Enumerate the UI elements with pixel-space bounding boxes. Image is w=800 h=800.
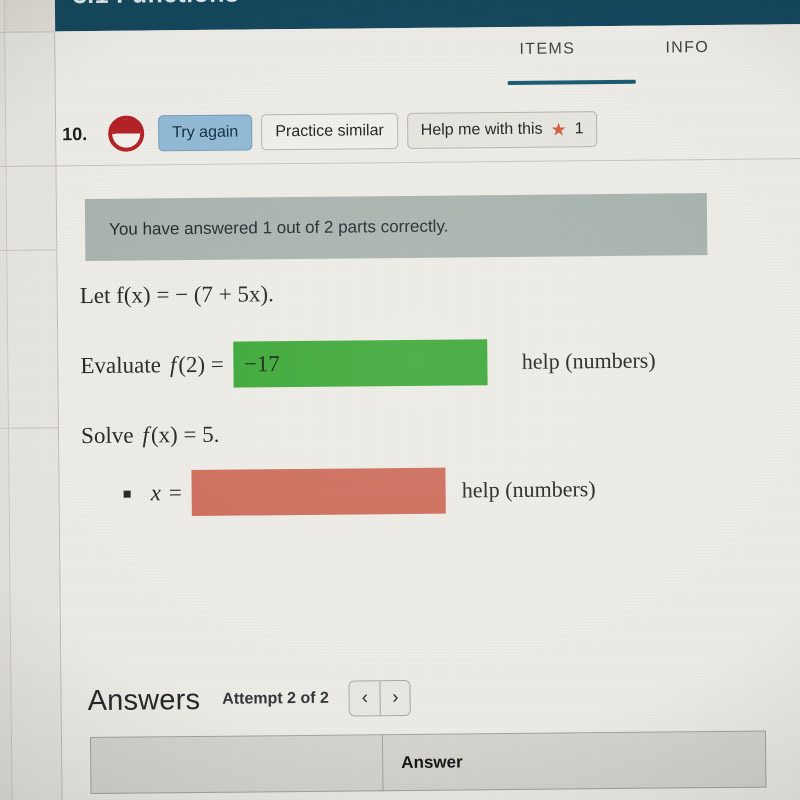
chevron-right-icon[interactable]: › — [379, 680, 411, 716]
solve-help-link[interactable]: help (numbers) — [462, 476, 596, 503]
star-icon: ★ — [550, 119, 567, 140]
bullet-icon — [123, 490, 131, 498]
evaluate-argument: (2) = — [178, 351, 224, 378]
solve-prompt: Solve — [80, 422, 134, 449]
question-toolbar: 10. Try again Practice similar Help me w… — [56, 98, 800, 163]
solve-prompt-row: Solve f (x) = 5. — [81, 416, 800, 449]
table-header-answer: Answer — [382, 731, 766, 791]
tab-bar: ITEMS INFO — [55, 24, 800, 99]
solve-equals-sign: = — [168, 480, 182, 506]
chevron-left-icon[interactable]: ‹ — [349, 681, 381, 716]
solve-variable-label: x — [150, 480, 161, 506]
evaluate-function-symbol: f — [169, 352, 177, 378]
app-page: 3.1 Functions ITEMS INFO 10. Try again P… — [0, 0, 800, 800]
attempt-navigation: ‹ › — [348, 679, 412, 717]
tab-info[interactable]: INFO — [665, 39, 709, 71]
progress-alert: You have answered 1 out of 2 parts corre… — [84, 193, 708, 262]
evaluate-row: Evaluate f (2) = −17 help (numbers) — [80, 336, 800, 389]
help-button-label: Help me with this — [420, 120, 543, 139]
tab-items[interactable]: ITEMS — [519, 40, 575, 73]
solve-function-symbol: f — [142, 422, 149, 448]
inner-gutter — [5, 31, 63, 800]
screen-photo: 3.1 Functions ITEMS INFO 10. Try again P… — [0, 0, 800, 800]
definition-text: Let f(x) = − (7 + 5x). — [79, 281, 274, 309]
progress-alert-text: You have answered 1 out of 2 parts corre… — [109, 216, 449, 239]
question-number: 10. — [62, 123, 88, 144]
answers-table: Answer — [90, 731, 767, 794]
try-again-button[interactable]: Try again — [158, 114, 253, 152]
practice-similar-button[interactable]: Practice similar — [261, 112, 398, 151]
active-tab-indicator — [507, 79, 636, 85]
evaluate-answer-input[interactable]: −17 — [233, 339, 489, 388]
table-header-label — [90, 734, 384, 794]
answers-title: Answers — [87, 683, 201, 717]
star-count: 1 — [574, 120, 584, 138]
solve-equation: (x) = 5. — [150, 421, 220, 448]
solve-answer-row: x = help (numbers) — [81, 464, 800, 517]
evaluate-prompt: Evaluate — [80, 352, 162, 379]
help-me-with-this-button[interactable]: Help me with this ★ 1 — [406, 110, 598, 150]
partial-credit-circle-icon — [108, 115, 145, 152]
app-bar-title: 3.1 Functions — [73, 0, 240, 10]
answers-header: Answers Attempt 2 of 2 ‹ › — [87, 679, 412, 719]
evaluate-help-link[interactable]: help (numbers) — [522, 348, 656, 375]
function-definition: Let f(x) = − (7 + 5x). — [80, 276, 800, 309]
problem-body: Let f(x) = − (7 + 5x). Evaluate f (2) = … — [80, 276, 800, 517]
attempt-counter: Attempt 2 of 2 — [222, 689, 329, 708]
content-area: ITEMS INFO 10. Try again Practice simila… — [55, 24, 800, 800]
table-header-row: Answer — [90, 731, 766, 794]
solve-answer-input[interactable] — [191, 467, 447, 517]
